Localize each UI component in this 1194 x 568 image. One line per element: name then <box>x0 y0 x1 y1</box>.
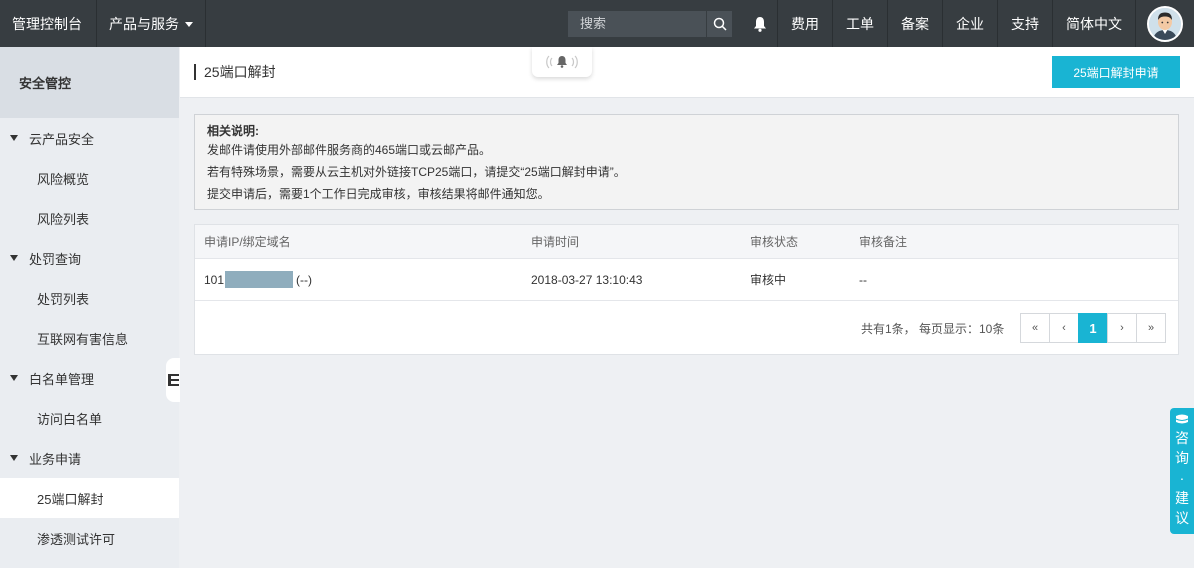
search-box <box>568 10 732 37</box>
bound-domain: (--) <box>296 272 313 287</box>
consult-suggest-button[interactable]: 咨 询 · 建 议 <box>1170 408 1194 534</box>
nav-icp[interactable]: 备案 <box>888 0 943 47</box>
sidebar-item-risk-overview[interactable]: 风险概览 <box>0 158 179 198</box>
collapse-menu-icon <box>167 374 179 386</box>
console-home-link[interactable]: 管理控制台 <box>0 0 97 47</box>
ip-prefix: 101 <box>204 272 225 287</box>
notice-line: 提交申请后，需要1个工作日完成审核，审核结果将邮件通知您。 <box>207 187 550 201</box>
nav-support[interactable]: 支持 <box>998 0 1053 47</box>
sidebar-group-business-apply[interactable]: 业务申请 <box>0 438 179 478</box>
sidebar-group-label: 业务申请 <box>29 451 82 467</box>
top-navbar: 管理控制台 产品与服务 费用 工单 备案 企业 支持 简体中文 <box>0 0 1194 47</box>
page-header: 25端口解封 25端口解封申请 <box>180 47 1194 98</box>
consult-char: 咨 <box>1175 430 1189 446</box>
page-title: 25端口解封 <box>194 64 276 80</box>
products-services-menu[interactable]: 产品与服务 <box>97 0 206 47</box>
consult-char: 询 <box>1175 450 1189 466</box>
cell-remark: -- <box>859 272 867 287</box>
chat-icon <box>1175 414 1189 424</box>
avatar <box>1147 5 1183 42</box>
bell-icon[interactable] <box>742 0 778 47</box>
sidebar-group-whitelist[interactable]: 白名单管理 <box>0 358 179 398</box>
next-page-button[interactable]: › <box>1107 313 1137 343</box>
sidebar-item-harmful-info[interactable]: 互联网有害信息 <box>0 318 179 358</box>
notice-line: 发邮件请使用外部邮件服务商的465端口或云邮产品。 <box>207 143 492 157</box>
column-header-time: 申请时间 <box>531 235 580 249</box>
prev-page-button[interactable]: ‹ <box>1049 313 1079 343</box>
pagination-info: 共有1条， 每页显示：10条 <box>861 321 1005 336</box>
nav-tickets[interactable]: 工单 <box>833 0 888 47</box>
cell-status: 审核中 <box>750 273 787 287</box>
sidebar-item-pentest-permit[interactable]: 渗透测试许可 <box>0 518 179 558</box>
caret-down-icon <box>185 22 193 27</box>
column-header-remark: 审核备注 <box>859 235 908 249</box>
sidebar-item-risk-list[interactable]: 风险列表 <box>0 198 179 238</box>
port25-apply-button[interactable]: 25端口解封申请 <box>1052 56 1180 88</box>
column-header-ip: 申请IP/绑定域名 <box>204 235 291 249</box>
cell-ip: 101 (--) <box>204 259 312 300</box>
consult-char: · <box>1179 470 1185 486</box>
nav-language[interactable]: 简体中文 <box>1053 0 1136 47</box>
sidebar-item-penalty-list[interactable]: 处罚列表 <box>0 278 179 318</box>
cell-time: 2018-03-27 13:10:43 <box>531 272 643 287</box>
column-header-status: 审核状态 <box>750 235 799 249</box>
sidebar-collapse-toggle[interactable] <box>166 358 180 402</box>
triangle-down-icon <box>10 135 18 141</box>
triangle-down-icon <box>10 375 18 381</box>
nav-enterprise[interactable]: 企业 <box>943 0 998 47</box>
sidebar-group-label: 处罚查询 <box>29 251 82 267</box>
consult-char: 议 <box>1175 510 1189 526</box>
nav-billing[interactable]: 费用 <box>778 0 833 47</box>
consult-char: 建 <box>1175 490 1189 506</box>
pagination-bar: 共有1条， 每页显示：10条 « ‹ 1 › » <box>195 301 1178 355</box>
sidebar-item-access-whitelist[interactable]: 访问白名单 <box>0 398 179 438</box>
pagination: « ‹ 1 › » <box>1020 313 1166 343</box>
page-1-button[interactable]: 1 <box>1078 313 1108 343</box>
masked-ip-block <box>225 271 294 288</box>
sidebar-group-label: 云产品安全 <box>29 131 95 147</box>
sidebar-group-penalty-query[interactable]: 处罚查询 <box>0 238 179 278</box>
notification-bell-widget[interactable] <box>532 47 592 77</box>
triangle-down-icon <box>10 255 18 261</box>
notice-box: 相关说明: 发邮件请使用外部邮件服务商的465端口或云邮产品。 若有特殊场景，需… <box>194 114 1179 210</box>
table-header: 申请IP/绑定域名 申请时间 审核状态 审核备注 <box>195 225 1178 259</box>
first-page-button[interactable]: « <box>1020 313 1050 343</box>
sidebar: 安全管控 云产品安全 风险概览 风险列表 处罚查询 处罚列表 互联网有害信息 白… <box>0 47 179 568</box>
products-services-label: 产品与服务 <box>109 15 179 32</box>
notice-line: 若有特殊场景，需要从云主机对外链接TCP25端口，请提交“25端口解封申请”。 <box>207 165 626 179</box>
search-icon[interactable] <box>706 10 732 37</box>
bell-ring-icon <box>546 55 578 69</box>
sidebar-group-label: 白名单管理 <box>29 371 95 387</box>
notice-title: 相关说明: <box>207 124 259 138</box>
sidebar-title: 安全管控 <box>0 47 179 118</box>
applications-table: 申请IP/绑定域名 申请时间 审核状态 审核备注 101 (--) 2018-0… <box>194 224 1179 355</box>
search-input[interactable] <box>568 10 706 37</box>
last-page-button[interactable]: » <box>1136 313 1166 343</box>
table-row: 101 (--) 2018-03-27 13:10:43 审核中 -- <box>195 259 1178 301</box>
sidebar-group-cloud-security[interactable]: 云产品安全 <box>0 118 179 158</box>
user-menu[interactable] <box>1136 0 1194 47</box>
sidebar-item-port25-unblock[interactable]: 25端口解封 <box>0 478 179 518</box>
triangle-down-icon <box>10 455 18 461</box>
